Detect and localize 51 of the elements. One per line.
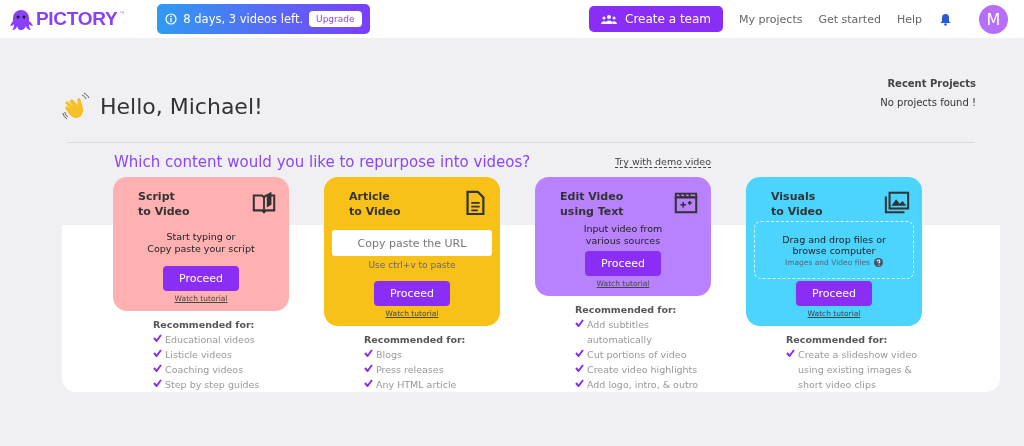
info-icon	[165, 13, 178, 25]
recommended-title: Recommended for:	[786, 334, 889, 345]
waving-hand-icon	[62, 92, 90, 120]
help-icon[interactable]	[874, 257, 883, 267]
demo-video-link[interactable]: Try with demo video	[614, 156, 711, 168]
nav-link[interactable]: Help	[896, 12, 922, 26]
recommended-item: Cut portions of video	[587, 348, 687, 362]
card-icon	[884, 189, 910, 215]
recommended-title: Recommended for:	[153, 319, 256, 330]
bell-icon[interactable]	[940, 12, 951, 26]
proceed-button[interactable]: Proceed	[374, 281, 450, 306]
trial-text: 8 days, 3 videos left.	[183, 12, 304, 26]
card-title: Edit Video using Text	[560, 189, 624, 219]
recommended-item: Press releases	[376, 363, 444, 377]
recommended-item: Listicle videos	[165, 348, 232, 362]
nav-link[interactable]: Get started	[818, 12, 881, 26]
people-icon	[601, 14, 618, 24]
greeting-heading: Hello, Michael!	[100, 93, 263, 119]
card-prompt: Start typing or Copy paste your script	[147, 230, 255, 255]
drop-text: Drag and drop files or browse computer	[782, 233, 886, 256]
recommended-item: Blogs	[376, 348, 402, 362]
recommended-item: Add subtitles automatically	[587, 318, 653, 347]
section-question: Which content would you like to repurpose into videos?	[114, 153, 531, 171]
card-prompt: Input video from various sources	[583, 223, 663, 247]
card-icon	[251, 189, 277, 215]
create-team-button[interactable]: Create a team	[589, 6, 724, 32]
url-field[interactable]: Copy paste the URL	[332, 230, 492, 256]
check-icon	[786, 349, 795, 357]
check-icon	[575, 319, 584, 327]
recommended-item: Step by step guides	[165, 378, 260, 392]
recommended-title: Recommended for:	[364, 334, 467, 345]
empty-projects-text: No projects found !	[880, 97, 976, 108]
nav-link[interactable]: My projects	[739, 12, 803, 26]
logo-text[interactable]: PICTORY	[36, 8, 118, 30]
recommended-title: Recommended for:	[575, 304, 678, 315]
proceed-button[interactable]: Proceed	[585, 251, 661, 276]
recommended-item: Educational videos	[165, 333, 255, 347]
recommended-item: Create a slideshow video using existing images & short video clips	[798, 348, 919, 392]
upgrade-button[interactable]: Upgrade	[309, 11, 362, 27]
recommended-item: Create video highlights	[587, 363, 698, 377]
recent-projects-title: Recent Projects	[887, 78, 976, 89]
recommended-item: Add logo, intro, & outro	[587, 378, 699, 392]
user-avatar[interactable]: M	[979, 4, 1008, 34]
recommended-item: Any HTML article	[376, 378, 457, 392]
proceed-button[interactable]: Proceed	[796, 281, 872, 306]
card-title: Visuals to Video	[771, 189, 823, 219]
recommended-item: Coaching videos	[165, 363, 244, 377]
card-title: Script to Video	[138, 189, 190, 219]
url-hint: Use ctrl+v to paste	[368, 260, 456, 270]
card-title: Article to Video	[349, 189, 401, 219]
proceed-button[interactable]: Proceed	[163, 266, 239, 291]
